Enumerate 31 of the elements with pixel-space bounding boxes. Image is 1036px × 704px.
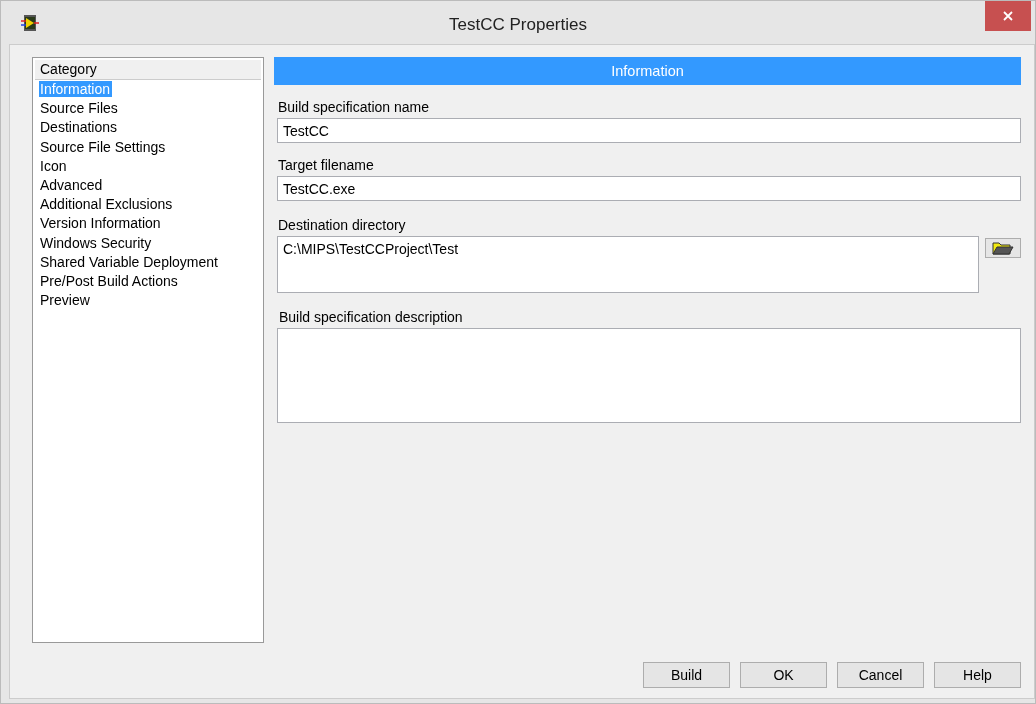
category-item[interactable]: Advanced — [39, 176, 105, 193]
dialog-button[interactable]: OK — [740, 662, 827, 688]
category-item[interactable]: Shared Variable Deployment — [39, 253, 220, 270]
category-item[interactable]: Windows Security — [39, 234, 154, 251]
category-item[interactable]: Destinations — [39, 119, 120, 136]
dialog-button[interactable]: Help — [934, 662, 1021, 688]
browse-button[interactable] — [985, 238, 1021, 258]
category-item[interactable]: Source File Settings — [39, 138, 168, 155]
field-label: Build specification description — [279, 309, 464, 325]
category-item[interactable]: Icon — [39, 157, 69, 174]
field-label: Build specification name — [278, 99, 430, 115]
input-field[interactable]: C:\MIPS\TestCCProject\Test — [277, 236, 979, 293]
close-icon — [1003, 11, 1013, 21]
input-field[interactable]: TestCC.exe — [277, 176, 1021, 201]
window-title: TestCC Properties — [449, 15, 587, 35]
section-header: Information — [274, 57, 1021, 85]
dialog-button[interactable]: Cancel — [837, 662, 924, 688]
category-item[interactable]: Preview — [39, 292, 92, 309]
category-item[interactable]: Source Files — [39, 100, 120, 117]
input-field[interactable]: TestCC — [277, 118, 1021, 143]
dialog-button[interactable]: Build — [643, 662, 730, 688]
category-item[interactable]: Pre/Post Build Actions — [39, 272, 180, 289]
category-item[interactable]: Additional Exclusions — [39, 196, 175, 213]
close-button[interactable] — [985, 1, 1031, 31]
field-label: Target filename — [278, 157, 375, 173]
category-item[interactable]: Version Information — [39, 215, 163, 232]
category-header: Category — [35, 60, 261, 80]
folder-icon — [992, 241, 1014, 255]
text-area[interactable] — [277, 328, 1021, 423]
app-icon — [21, 14, 39, 31]
field-label: Destination directory — [278, 217, 407, 233]
